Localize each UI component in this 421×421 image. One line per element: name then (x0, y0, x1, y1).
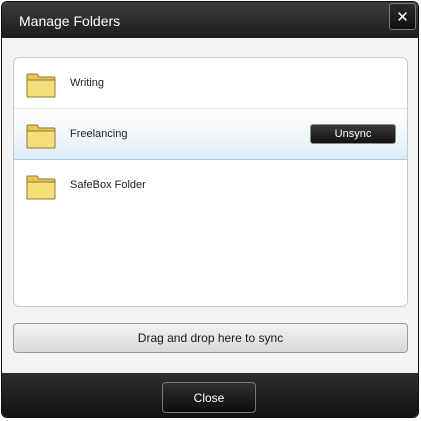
folder-list: Writing Freelancing Unsync SafeBox Folde… (13, 57, 408, 307)
unsync-button[interactable]: Unsync (310, 124, 396, 144)
title-bar: Manage Folders ✕ (2, 2, 418, 38)
folder-icon (26, 73, 56, 98)
dialog-title: Manage Folders (19, 13, 121, 29)
folder-icon (26, 124, 56, 149)
dialog-body: Writing Freelancing Unsync SafeBox Folde… (2, 38, 418, 373)
sync-dropzone[interactable]: Drag and drop here to sync (13, 323, 408, 353)
dialog-footer: Close (2, 373, 418, 417)
folder-row-safebox[interactable]: SafeBox Folder (14, 160, 407, 211)
folder-label: SafeBox Folder (70, 179, 146, 191)
folder-label: Freelancing (70, 128, 128, 140)
folder-label: Writing (70, 77, 105, 89)
manage-folders-dialog: Manage Folders ✕ Writing Freelancing Uns… (1, 1, 419, 418)
close-button[interactable]: Close (162, 382, 256, 413)
close-icon[interactable]: ✕ (389, 3, 416, 30)
folder-row-freelancing[interactable]: Freelancing Unsync (14, 109, 407, 160)
folder-icon (26, 175, 56, 200)
folder-row-writing[interactable]: Writing (14, 58, 407, 109)
